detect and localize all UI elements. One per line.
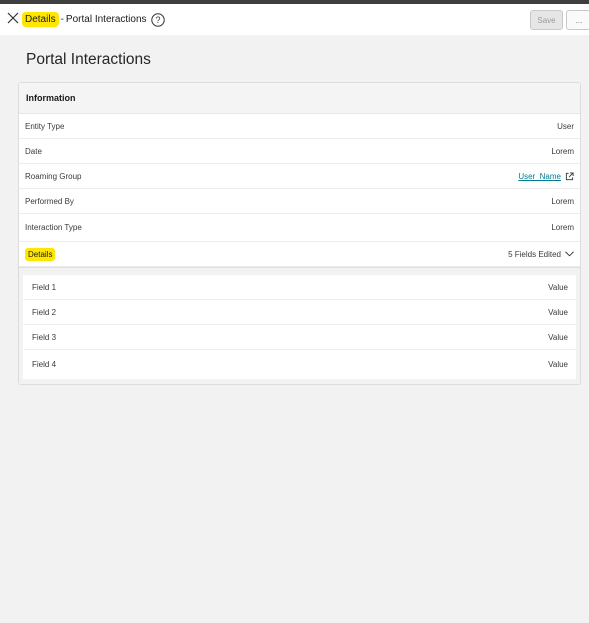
external-link-icon[interactable] [565, 171, 574, 181]
info-row-interaction-type: Interaction Type Lorem [19, 214, 580, 242]
field-label: Field 2 [32, 307, 57, 317]
info-row-value: Lorem [551, 223, 574, 232]
details-expand-toggle[interactable]: 5 Fields Edited [508, 250, 574, 259]
page-title: Portal Interactions [26, 51, 151, 68]
details-expanded-panel: Field 1 Value Field 2 Value Field 3 Valu… [19, 267, 580, 384]
chevron-down-icon [565, 251, 574, 257]
details-summary: 5 Fields Edited [508, 249, 561, 259]
field-value: Value [548, 332, 568, 342]
fields-card: Field 1 Value Field 2 Value Field 3 Valu… [23, 275, 576, 379]
close-icon[interactable] [6, 11, 20, 25]
field-value: Value [548, 307, 568, 317]
details-label: Details [25, 247, 56, 261]
breadcrumb-details-link[interactable]: Details [22, 12, 59, 27]
info-row-performed-by: Performed By Lorem [19, 189, 580, 214]
breadcrumb-title: Portal Interactions [65, 14, 147, 25]
breadcrumb-separator: - [60, 14, 64, 25]
field-label: Field 4 [32, 360, 57, 369]
field-value: Value [548, 360, 568, 369]
field-row: Field 3 Value [23, 325, 576, 350]
info-row-value: Lorem [551, 146, 574, 156]
info-row-value: User [557, 121, 574, 131]
breadcrumb: Details - Portal Interactions ? [22, 10, 165, 29]
information-card-title: Information [19, 83, 580, 114]
info-row-value: Lorem [551, 196, 574, 206]
info-row-date: Date Lorem [19, 139, 580, 164]
information-card: Information Entity Type User Date Lorem … [18, 82, 581, 385]
details-row[interactable]: Details 5 Fields Edited [19, 242, 580, 267]
info-row-label: Performed By [25, 196, 74, 206]
field-row: Field 1 Value [23, 275, 576, 300]
info-row-label: Entity Type [25, 121, 65, 131]
info-row-label: Roaming Group [25, 171, 82, 181]
field-row: Field 2 Value [23, 300, 576, 325]
header-bar: Details - Portal Interactions ? Save ... [0, 4, 589, 35]
roaming-group-link[interactable]: User_Name [518, 172, 561, 181]
info-row-label: Date [25, 146, 42, 156]
info-row-label: Interaction Type [25, 223, 82, 232]
more-options-button[interactable]: ... [566, 10, 589, 30]
help-circle-icon[interactable]: ? [150, 12, 165, 27]
field-label: Field 3 [32, 332, 57, 342]
info-row-entity-type: Entity Type User [19, 114, 580, 139]
save-button[interactable]: Save [530, 10, 563, 30]
field-row: Field 4 Value [23, 350, 576, 379]
roaming-group-link-wrap: User_Name [518, 172, 574, 181]
field-value: Value [548, 282, 568, 292]
field-label: Field 1 [32, 282, 57, 292]
info-row-roaming-group: Roaming Group User_Name [19, 164, 580, 189]
svg-text:?: ? [155, 15, 160, 25]
